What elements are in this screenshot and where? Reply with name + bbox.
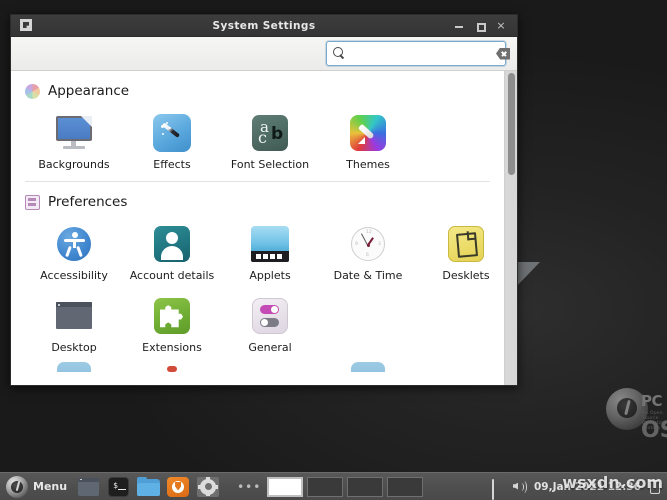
desklets-icon: [446, 224, 486, 264]
tile-backgrounds[interactable]: Backgrounds: [25, 109, 123, 171]
color-wheel-icon: [25, 83, 40, 99]
preferences-grid: Accessibility Account details Applets 12…: [25, 220, 490, 354]
tile-label: Desktop: [51, 341, 97, 355]
maximize-button[interactable]: [474, 20, 486, 32]
account-details-icon: [152, 224, 192, 264]
close-button[interactable]: ×: [495, 19, 507, 32]
peek-tile: [319, 362, 417, 373]
tile-themes[interactable]: Themes: [319, 109, 417, 171]
tile-label: Applets: [249, 269, 291, 283]
tile-label: Desklets: [442, 269, 490, 283]
tile-label: Account details: [129, 269, 215, 283]
tile-general[interactable]: General: [221, 292, 319, 354]
taskbar: Menu $ ••• 09,Jan 2021 12:36: [0, 472, 667, 500]
vertical-scrollbar[interactable]: [504, 71, 517, 385]
scrollbar-thumb[interactable]: [508, 73, 515, 175]
tile-date-time[interactable]: 12 3 6 9 Date & Time: [319, 220, 417, 282]
peek-tile: [25, 362, 123, 373]
tile-desklets[interactable]: Desklets: [417, 220, 504, 282]
section-title-preferences: Preferences: [48, 194, 128, 211]
section-header-preferences: Preferences: [25, 194, 490, 210]
extensions-icon: [152, 296, 192, 336]
tile-accessibility[interactable]: Accessibility: [25, 220, 123, 282]
section-title-appearance: Appearance: [48, 83, 130, 99]
date-time-icon: 12 3 6 9: [348, 224, 388, 264]
file-manager-icon[interactable]: [135, 476, 161, 498]
settings-scroll-area: Appearance Backgrounds Effects a b c Fon…: [11, 71, 504, 385]
tile-applets[interactable]: Applets: [221, 220, 319, 282]
window-button-4[interactable]: [387, 476, 424, 497]
backgrounds-icon: [54, 113, 94, 153]
effects-icon: [152, 113, 192, 153]
section-preferences: Preferences Accessibility Account detail…: [11, 182, 504, 378]
peek-tile: [221, 362, 319, 372]
tile-desktop[interactable]: Desktop: [25, 292, 123, 354]
desktop-logo-wordmark: PC: [641, 392, 663, 410]
clock[interactable]: 09,Jan 2021 12:36: [534, 481, 641, 493]
firefox-icon[interactable]: [165, 476, 191, 498]
trash-icon[interactable]: [648, 480, 660, 494]
search-box[interactable]: [326, 41, 510, 66]
tile-effects[interactable]: Effects: [123, 109, 221, 171]
search-icon: [333, 47, 346, 60]
display-icon[interactable]: [491, 478, 506, 500]
desktop-background: PC An Open Source Operating System OS Sy…: [0, 0, 667, 500]
tile-label: Accessibility: [40, 269, 108, 283]
tile-label: Themes: [346, 158, 390, 171]
peek-tile: [417, 362, 490, 372]
window-controls: ×: [453, 15, 513, 36]
volume-icon[interactable]: [512, 480, 528, 494]
tile-label: Date & Time: [333, 269, 403, 283]
window-title: System Settings: [212, 19, 316, 32]
window-toolbar: [11, 37, 517, 71]
tile-extensions[interactable]: Extensions: [123, 292, 221, 354]
appearance-grid: Backgrounds Effects abc Font Selection T…: [25, 109, 490, 171]
window-button-2[interactable]: [307, 476, 344, 497]
mint-menu-orb-icon: [6, 475, 28, 498]
window-list-overflow[interactable]: •••: [237, 480, 261, 494]
general-icon: [250, 296, 290, 336]
window-body: Appearance Backgrounds Effects a b c Fon…: [11, 71, 517, 385]
peek-tile: [123, 362, 221, 373]
themes-icon: [348, 113, 388, 153]
system-settings-icon[interactable]: [195, 476, 221, 498]
system-tray: 09,Jan 2021 12:36: [491, 478, 663, 500]
minimize-button[interactable]: [453, 20, 465, 32]
show-desktop-icon[interactable]: [75, 476, 101, 498]
clear-search-icon[interactable]: [496, 47, 510, 60]
section-appearance: Appearance Backgrounds Effects a b c Fon…: [11, 71, 504, 177]
tile-label: Effects: [153, 158, 191, 171]
window-list: [267, 476, 424, 497]
search-input[interactable]: [350, 42, 495, 65]
window-button-3[interactable]: [347, 476, 384, 497]
partially-visible-row: [25, 362, 490, 373]
preferences-list-icon: [25, 194, 40, 210]
tile-label: Font Selection: [230, 158, 310, 171]
font-selection-icon: abc: [250, 113, 290, 153]
desktop-icon: [54, 296, 94, 336]
tile-label: Backgrounds: [38, 158, 110, 171]
section-header-appearance: Appearance: [25, 83, 490, 99]
window-menu-icon[interactable]: [20, 19, 32, 31]
menu-button[interactable]: Menu: [4, 474, 73, 500]
window-titlebar[interactable]: System Settings ×: [11, 15, 517, 37]
tile-label: Extensions: [142, 341, 202, 355]
applets-icon: [250, 224, 290, 264]
system-settings-window: System Settings × Appearance Backgrounds…: [10, 14, 518, 386]
menu-label: Menu: [33, 480, 68, 493]
terminal-icon[interactable]: $: [105, 476, 131, 498]
tile-account-details[interactable]: Account details: [123, 220, 221, 282]
accessibility-icon: [54, 224, 94, 264]
window-button-active[interactable]: [267, 476, 304, 497]
desktop-logo-sub: OS: [641, 418, 667, 443]
tile-label: General: [248, 341, 292, 355]
tile-font-selection[interactable]: abc Font Selection: [221, 109, 319, 171]
desktop-logo: PC An Open Source Operating System OS: [597, 380, 667, 462]
